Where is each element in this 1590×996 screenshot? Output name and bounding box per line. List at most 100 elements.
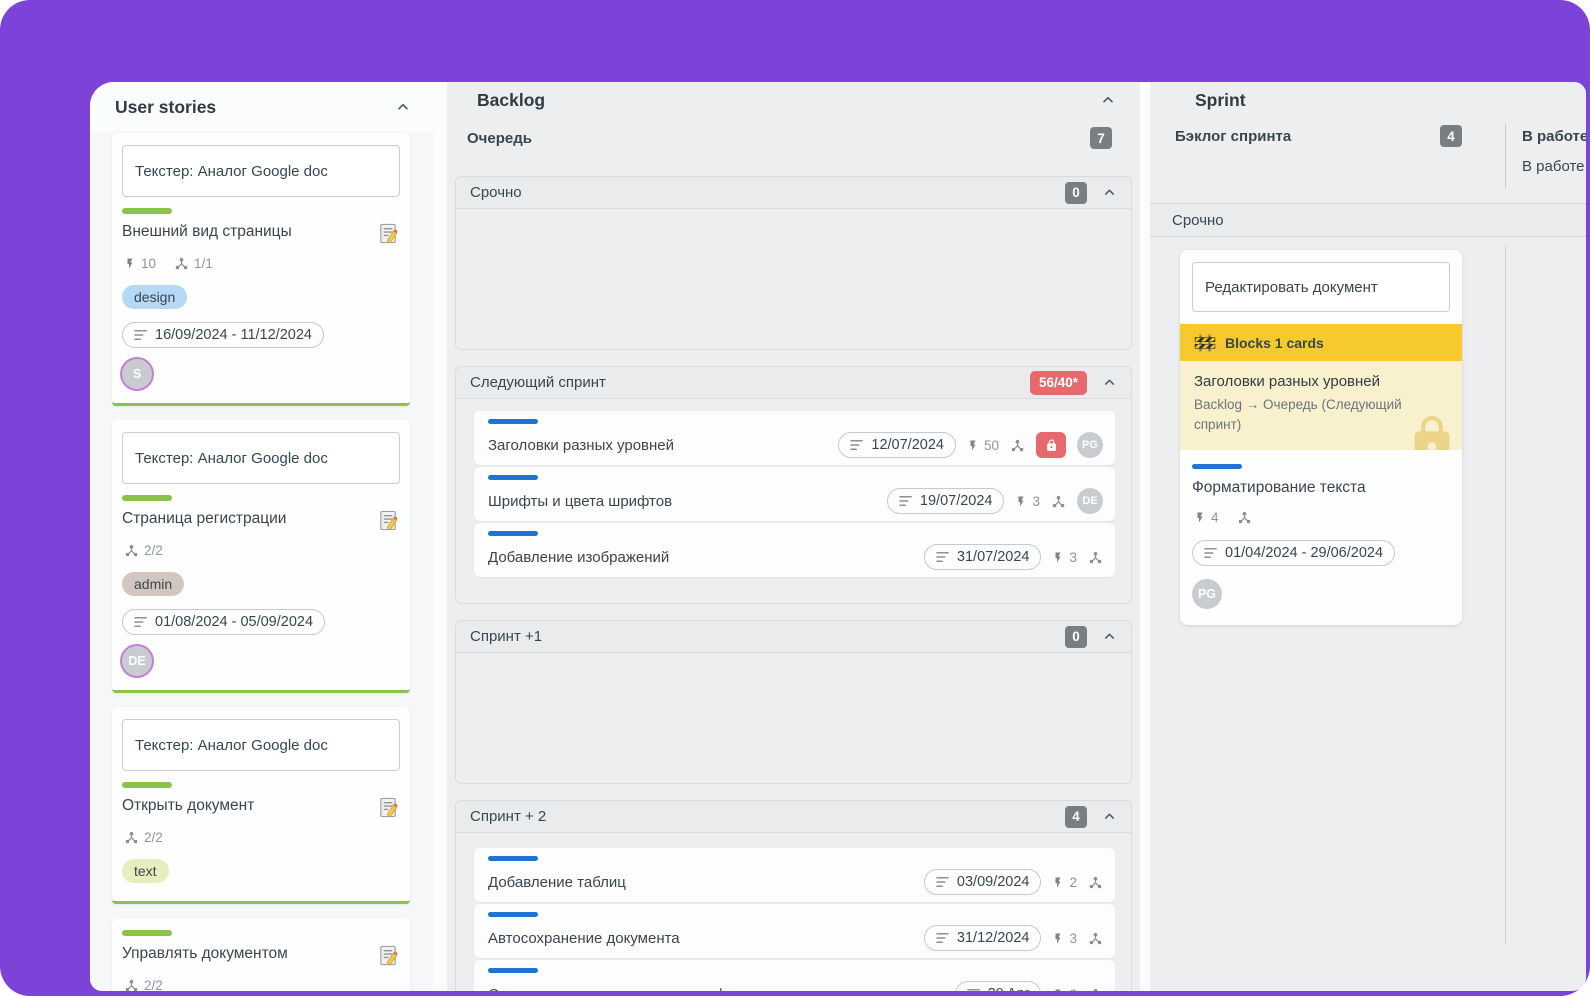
queue-row: Очередь 7 bbox=[447, 118, 1140, 158]
section-urgent: Срочно 0 bbox=[455, 176, 1132, 350]
blocked-by-section: Заголовки разных уровней Backlog → Очере… bbox=[1180, 361, 1462, 450]
collapse-section-icon[interactable] bbox=[1099, 183, 1119, 203]
sprint-header: Sprint bbox=[1150, 82, 1586, 118]
parent-card-link[interactable]: Текстер: Аналог Google doc bbox=[122, 145, 400, 197]
story-points: 3 bbox=[1015, 494, 1040, 509]
section-header[interactable]: Следующий спринт 56/40* bbox=[456, 367, 1131, 399]
progress-bar bbox=[488, 531, 538, 536]
user-stories-header: User stories bbox=[90, 82, 433, 132]
section-sprint-plus1: Спринт +1 0 bbox=[455, 620, 1132, 784]
section-header[interactable]: Срочно 0 bbox=[456, 177, 1131, 209]
parent-card-link[interactable]: Текстер: Аналог Google doc bbox=[122, 432, 400, 484]
sprint-lane-urgent[interactable]: Срочно bbox=[1150, 203, 1586, 237]
subtasks-icon bbox=[1088, 550, 1103, 565]
backlog-card-row[interactable]: Шрифты и цвета шрифтов 19/07/2024 3 DE bbox=[474, 467, 1115, 521]
backlog-title: Backlog bbox=[477, 89, 546, 110]
subtasks-count: 2/2 bbox=[124, 978, 163, 991]
backlog-card-row[interactable]: Скачивание документов разных форматах 30… bbox=[474, 960, 1115, 991]
story-points: 10 bbox=[124, 256, 156, 271]
story-card[interactable]: Текстер: Аналог Google doc Страница реги… bbox=[112, 420, 410, 693]
backlog-card-row[interactable]: Заголовки разных уровней 12/07/2024 50 P… bbox=[474, 411, 1115, 465]
collapse-user-stories-icon[interactable] bbox=[393, 97, 413, 117]
backlog-card-row[interactable]: Добавление таблиц 03/09/2024 2 bbox=[474, 848, 1115, 902]
avatar: PG bbox=[1077, 432, 1103, 458]
story-points: 4 bbox=[1194, 510, 1219, 525]
section-sprint-plus2: Спринт + 2 4 Добавление таблиц 03/09/202… bbox=[455, 800, 1132, 991]
subtasks-icon bbox=[1088, 875, 1103, 890]
column-sprint: Sprint Бэклог спринта 4 В работе В работ… bbox=[1150, 82, 1586, 991]
subcolumn-divider bbox=[1505, 124, 1506, 188]
subtasks-count: 2/2 bbox=[124, 830, 163, 845]
blocks-banner-label: Blocks 1 cards bbox=[1225, 334, 1324, 351]
progress-bar bbox=[122, 930, 172, 936]
story-card[interactable]: Управлять документом 2/2 bbox=[112, 918, 410, 991]
collapse-backlog-icon[interactable] bbox=[1098, 90, 1118, 110]
date-pill: 31/07/2024 bbox=[923, 544, 1042, 570]
sprint-backlog-count-badge: 4 bbox=[1440, 125, 1462, 147]
subtasks-icon bbox=[1088, 931, 1103, 946]
sprint-lane-content: Редактировать документ Blocks 1 cards За… bbox=[1150, 237, 1586, 955]
story-points: 3 bbox=[1052, 987, 1077, 991]
collapse-section-icon[interactable] bbox=[1099, 627, 1119, 647]
section-body-empty bbox=[456, 209, 1131, 349]
subcolumn-divider bbox=[1505, 245, 1506, 945]
story-points: 3 bbox=[1052, 550, 1077, 565]
section-count-badge: 4 bbox=[1065, 805, 1087, 828]
in-progress-sublabel: В работе bbox=[1522, 158, 1585, 175]
section-header[interactable]: Спринт +1 0 bbox=[456, 621, 1131, 653]
sprint-subcolumns: Бэклог спринта 4 В работе В работе bbox=[1150, 118, 1586, 203]
subtasks-count: 1/1 bbox=[174, 256, 213, 271]
date-pill: 19/07/2024 bbox=[886, 488, 1005, 514]
section-body-empty bbox=[456, 653, 1131, 783]
section-header[interactable]: Спринт + 2 4 bbox=[456, 801, 1131, 833]
backlog-card-row[interactable]: Автосохранение документа 31/12/2024 3 bbox=[474, 904, 1115, 958]
board-panel: User stories Текстер: Аналог Google doc … bbox=[90, 82, 1586, 991]
card-title: Страница регистрации bbox=[122, 510, 287, 527]
date-pill: 30 Apr bbox=[954, 981, 1042, 991]
subtasks-icon bbox=[1010, 438, 1025, 453]
description-icon bbox=[377, 796, 400, 819]
lock-watermark-icon bbox=[1406, 414, 1458, 450]
sprint-card[interactable]: Редактировать документ Blocks 1 cards За… bbox=[1180, 250, 1462, 625]
blocked-lock-icon bbox=[1036, 432, 1066, 458]
collapse-section-icon[interactable] bbox=[1099, 807, 1119, 827]
section-next-sprint: Следующий спринт 56/40* Заголовки разных… bbox=[455, 366, 1132, 604]
card-title: Открыть документ bbox=[122, 797, 255, 814]
avatar: S bbox=[122, 359, 152, 389]
description-icon bbox=[377, 944, 400, 967]
progress-bar bbox=[122, 782, 172, 788]
capacity-badge: 56/40* bbox=[1029, 370, 1087, 395]
progress-bar bbox=[488, 475, 538, 480]
collapse-section-icon[interactable] bbox=[1099, 373, 1119, 393]
user-stories-title: User stories bbox=[115, 96, 217, 117]
date-pill: 03/09/2024 bbox=[923, 869, 1042, 895]
story-points: 3 bbox=[1052, 931, 1077, 946]
backlog-header: Backlog bbox=[447, 82, 1140, 118]
blocks-banner: Blocks 1 cards bbox=[1180, 324, 1462, 361]
blocking-card-title: Заголовки разных уровней bbox=[1194, 373, 1381, 390]
sprint-backlog-label: Бэклог спринта bbox=[1175, 128, 1292, 145]
backlog-sections: Срочно 0 Следующий спринт 56/40* Заголов… bbox=[447, 158, 1140, 991]
avatar: DE bbox=[1077, 488, 1103, 514]
story-points: 2 bbox=[1052, 875, 1077, 890]
section-count-badge: 0 bbox=[1065, 181, 1087, 204]
card-title: Форматирование текста bbox=[1192, 478, 1366, 496]
story-card[interactable]: Текстер: Аналог Google doc Открыть докум… bbox=[112, 707, 410, 904]
backlog-card-row[interactable]: Добавление изображений 31/07/2024 3 bbox=[474, 523, 1115, 577]
subtasks-icon bbox=[1237, 510, 1252, 525]
description-icon bbox=[377, 222, 400, 245]
tag-design: design bbox=[122, 285, 188, 309]
card-title: Внешний вид страницы bbox=[122, 223, 292, 240]
story-card[interactable]: Текстер: Аналог Google doc Внешний вид с… bbox=[112, 133, 410, 406]
purple-background: User stories Текстер: Аналог Google doc … bbox=[0, 0, 1590, 996]
parent-card-link[interactable]: Редактировать документ bbox=[1192, 262, 1450, 312]
progress-bar bbox=[488, 968, 538, 973]
dates-pill: 01/08/2024 - 05/09/2024 bbox=[122, 609, 326, 635]
dates-pill: 16/09/2024 - 11/12/2024 bbox=[122, 322, 324, 348]
card-title: Управлять документом bbox=[122, 945, 288, 962]
section-count-badge: 0 bbox=[1065, 625, 1087, 648]
parent-card-link[interactable]: Текстер: Аналог Google doc bbox=[122, 719, 400, 771]
user-stories-list: Текстер: Аналог Google doc Внешний вид с… bbox=[90, 132, 433, 991]
in-progress-label: В работе bbox=[1522, 128, 1586, 145]
date-pill: 31/12/2024 bbox=[923, 925, 1042, 951]
